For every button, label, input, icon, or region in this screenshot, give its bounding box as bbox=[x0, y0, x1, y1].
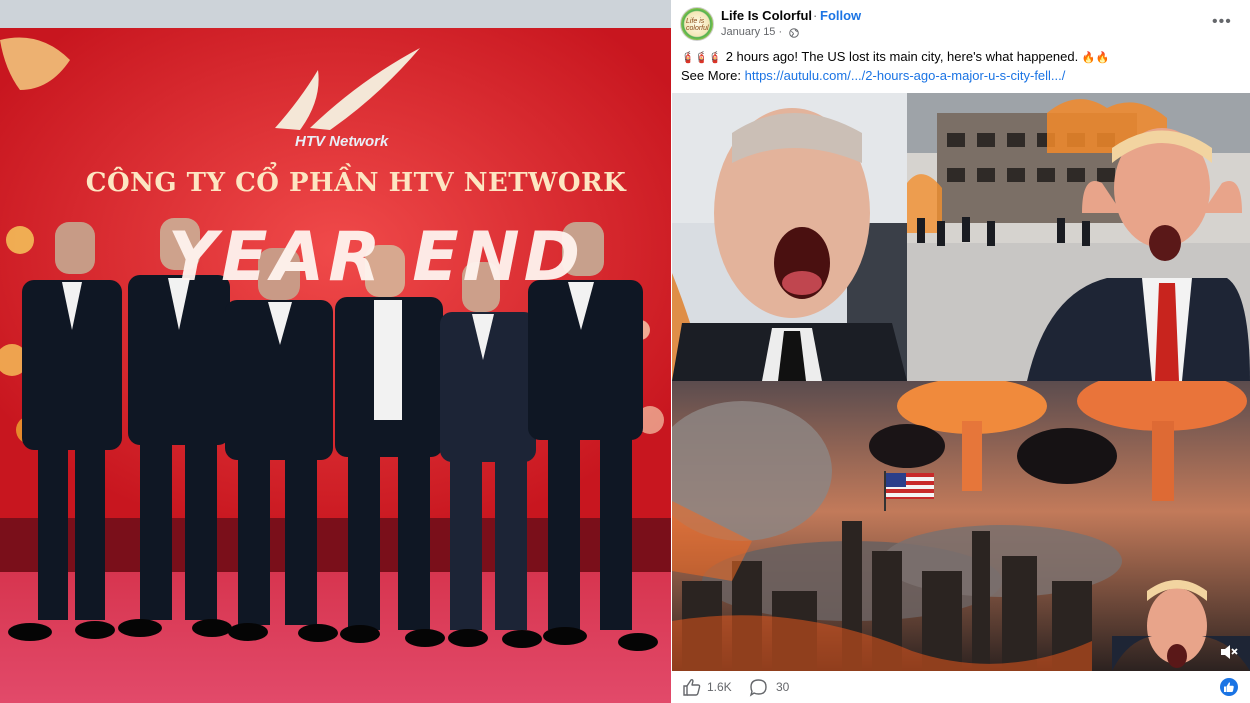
event-photo: HTV Network CÔNG TY CỔ PHẦN HTV NETWORK … bbox=[0, 0, 672, 703]
post-image-bottom[interactable] bbox=[672, 381, 1250, 671]
post-headline: 2 hours ago! The US lost its main city, … bbox=[725, 49, 1079, 64]
thumbs-up-icon[interactable] bbox=[682, 677, 702, 697]
globe-icon bbox=[789, 28, 799, 38]
post-image-top-left[interactable] bbox=[672, 93, 907, 381]
more-horizontal-icon[interactable]: ••• bbox=[1212, 14, 1232, 30]
company-name-banner: CÔNG TY CỔ PHẦN HTV NETWORK bbox=[85, 168, 627, 198]
see-more-label: See More: bbox=[681, 68, 741, 83]
post-header: Life is colorful Life Is Colorful · Foll… bbox=[672, 0, 1250, 50]
post-headline-line: 🧯🧯🧯 2 hours ago! The US lost its main ci… bbox=[681, 48, 1241, 67]
follow-separator: · bbox=[813, 8, 818, 23]
facebook-post: Life is colorful Life Is Colorful · Foll… bbox=[672, 0, 1250, 703]
post-date[interactable]: January 15 · bbox=[721, 26, 782, 38]
follow-button[interactable]: Follow bbox=[820, 8, 861, 23]
year-end-banner: YEAR END bbox=[167, 218, 585, 297]
emoji-suffix: 🔥🔥 bbox=[1081, 52, 1110, 64]
like-reaction-badge-icon[interactable] bbox=[1220, 678, 1238, 696]
page-avatar[interactable]: Life is colorful bbox=[680, 7, 714, 41]
post-link[interactable]: https://autulu.com/.../2-hours-ago-a-maj… bbox=[745, 68, 1066, 83]
post-footer: 1.6K 30 bbox=[672, 671, 1250, 703]
page-name[interactable]: Life Is Colorful bbox=[721, 8, 812, 23]
htv-logo-text: HTV Network bbox=[295, 133, 389, 150]
emoji-prefix: 🧯🧯🧯 bbox=[681, 52, 723, 64]
avatar-text: Life is colorful bbox=[686, 18, 709, 32]
post-image-top-right[interactable] bbox=[907, 93, 1250, 381]
like-count[interactable]: 1.6K bbox=[707, 680, 732, 694]
comment-icon[interactable] bbox=[749, 678, 768, 697]
post-image-grid[interactable] bbox=[672, 93, 1250, 671]
comment-count[interactable]: 30 bbox=[776, 680, 789, 694]
post-text: 🧯🧯🧯 2 hours ago! The US lost its main ci… bbox=[681, 48, 1241, 84]
see-more-line: See More: https://autulu.com/.../2-hours… bbox=[681, 67, 1241, 84]
event-photo-scene bbox=[0, 0, 672, 703]
volume-mute-icon[interactable] bbox=[1219, 643, 1239, 661]
